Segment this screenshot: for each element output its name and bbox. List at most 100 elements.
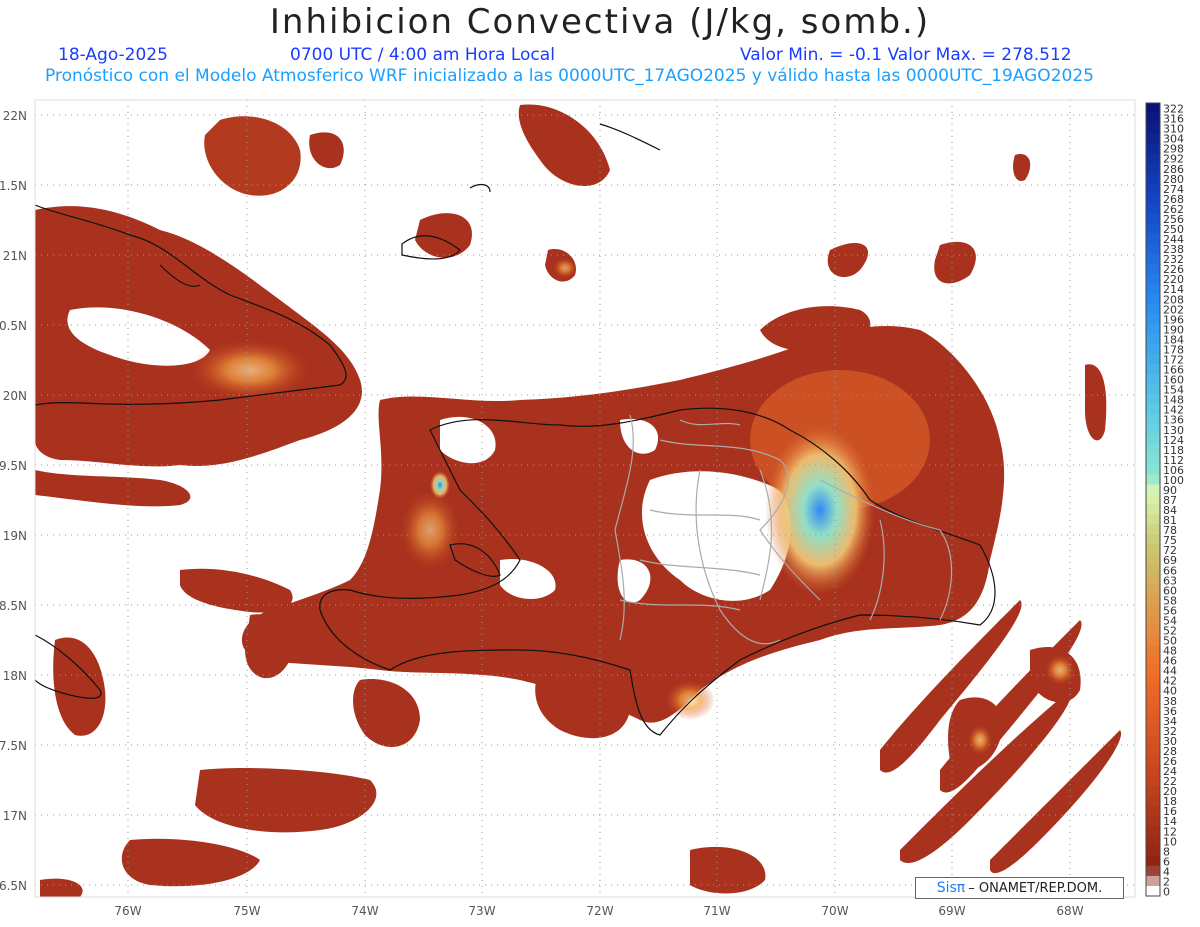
colorbar-swatch <box>1146 454 1160 465</box>
colorbar-swatch <box>1146 554 1160 566</box>
colorbar-swatch <box>1146 243 1160 254</box>
colorbar-swatch <box>1146 223 1160 234</box>
credit-pi: π <box>956 880 966 896</box>
colorbar-swatch <box>1146 353 1160 365</box>
colorbar-swatch <box>1146 424 1160 435</box>
credit-prefix: Sisπ <box>937 880 966 896</box>
lat-label: 19N <box>3 529 27 543</box>
colorbar-swatch <box>1146 434 1160 445</box>
lon-labels: 76W 75W 74W 73W 72W 71W 70W 69W 68W <box>114 904 1083 918</box>
lat-label: 9.5N <box>0 459 27 473</box>
colorbar-swatch <box>1146 384 1160 395</box>
colorbar-label: 0 <box>1163 886 1170 899</box>
lon-label: 76W <box>114 904 141 918</box>
colorbar-swatch <box>1146 574 1160 586</box>
colorbar-swatch <box>1146 283 1160 295</box>
colorbar-swatch <box>1146 835 1160 847</box>
lat-label: 7.5N <box>0 739 27 753</box>
forecast-date: 18-Ago-2025 <box>58 45 168 65</box>
lon-label: 74W <box>351 904 378 918</box>
colorbar-swatch <box>1146 675 1160 686</box>
colorbar-swatch <box>1146 755 1160 766</box>
colorbar-swatch <box>1146 313 1160 325</box>
colorbar-swatch <box>1146 263 1160 275</box>
forecast-time: 0700 UTC / 4:00 am Hora Local <box>290 45 555 65</box>
credit-sis: Sis <box>936 880 957 896</box>
lon-label: 69W <box>938 904 965 918</box>
colorbar-swatch <box>1146 584 1160 596</box>
lon-label: 68W <box>1056 904 1083 918</box>
lat-labels: 22N 1.5N 21N 0.5N 20N 9.5N 19N 8.5N 18N … <box>0 109 27 893</box>
colorbar-swatch <box>1146 273 1160 285</box>
map-title: Inhibicion Convectiva (J/kg, somb.) <box>269 2 931 42</box>
colorbar-swatch <box>1146 534 1160 546</box>
lat-label: 17N <box>3 809 27 823</box>
lat-label: 8.5N <box>0 599 27 613</box>
colorbar-swatch <box>1146 715 1160 726</box>
colorbar-swatch <box>1146 203 1160 214</box>
colorbar-swatch <box>1146 635 1160 646</box>
colorbar-swatch <box>1146 173 1160 184</box>
colorbar-swatch <box>1146 484 1160 495</box>
colorbar-swatch <box>1146 123 1160 134</box>
lat-label: 20N <box>3 389 27 403</box>
lat-label: 1.5N <box>0 179 27 193</box>
colorbar-swatch <box>1146 745 1160 756</box>
colorbar-swatch <box>1146 504 1160 515</box>
cin-map: 22N 1.5N 21N 0.5N 20N 9.5N 19N 8.5N 18N … <box>0 99 1184 918</box>
colorbar-swatch <box>1146 825 1160 837</box>
colorbar-swatch <box>1146 785 1160 797</box>
colorbar-swatch <box>1146 153 1160 164</box>
colorbar-swatch <box>1146 494 1160 505</box>
lat-label: 22N <box>3 109 27 123</box>
colorbar-swatch <box>1146 293 1160 305</box>
colorbar-swatch <box>1146 303 1160 315</box>
colorbar-swatch <box>1146 735 1160 746</box>
colorbar-swatch <box>1146 143 1160 154</box>
colorbar-swatch <box>1146 374 1160 385</box>
colorbar-swatch <box>1146 845 1160 857</box>
lat-label: 18N <box>3 669 27 683</box>
lat-label: 6.5N <box>0 879 27 893</box>
credit-box: Sisπ – ONAMET/REP.DOM. <box>915 877 1124 899</box>
colorbar-swatch <box>1146 855 1160 867</box>
colorbar-swatch <box>1146 474 1160 485</box>
colorbar-swatch <box>1146 414 1160 425</box>
colorbar-swatch <box>1146 343 1160 355</box>
colorbar-swatch <box>1146 323 1160 335</box>
lon-label: 70W <box>821 904 848 918</box>
colorbar-swatch <box>1146 655 1160 666</box>
colorbar-swatch <box>1146 464 1160 475</box>
colorbar-swatch <box>1146 795 1160 807</box>
colorbar-swatch <box>1146 163 1160 174</box>
colorbar-swatch <box>1146 213 1160 224</box>
value-range: Valor Min. = -0.1 Valor Max. = 278.512 <box>740 45 1072 65</box>
colorbar-swatch <box>1146 113 1160 124</box>
colorbar-swatch <box>1146 705 1160 716</box>
colorbar-swatch <box>1146 253 1160 265</box>
colorbar-swatch <box>1146 444 1160 455</box>
colorbar-swatch <box>1146 604 1160 616</box>
colorbar-swatch <box>1146 725 1160 736</box>
colorbar-swatch <box>1146 133 1160 144</box>
colorbar-swatch <box>1146 875 1160 887</box>
colorbar-swatch <box>1146 805 1160 817</box>
colorbar-swatch <box>1146 363 1160 375</box>
credit-text: – ONAMET/REP.DOM. <box>968 880 1103 896</box>
colorbar-swatch <box>1146 394 1160 405</box>
colorbar-swatch <box>1146 233 1160 244</box>
colorbar-swatch <box>1146 193 1160 204</box>
colorbar-swatch <box>1146 765 1160 776</box>
colorbar-swatch <box>1146 183 1160 194</box>
colorbar-swatch <box>1146 544 1160 556</box>
lon-label: 71W <box>703 904 730 918</box>
colorbar-swatch <box>1146 514 1160 525</box>
colorbar-swatch <box>1146 404 1160 415</box>
colorbar-swatch <box>1146 524 1160 536</box>
colorbar-swatch <box>1146 665 1160 676</box>
colorbar-swatch <box>1146 594 1160 606</box>
colorbar-swatch <box>1146 645 1160 656</box>
colorbar: 3223163103042982922862802742682622562502… <box>1145 102 1184 899</box>
colorbar-swatch <box>1146 865 1160 877</box>
model-info: Pronóstico con el Modelo Atmosferico WRF… <box>45 66 1094 86</box>
